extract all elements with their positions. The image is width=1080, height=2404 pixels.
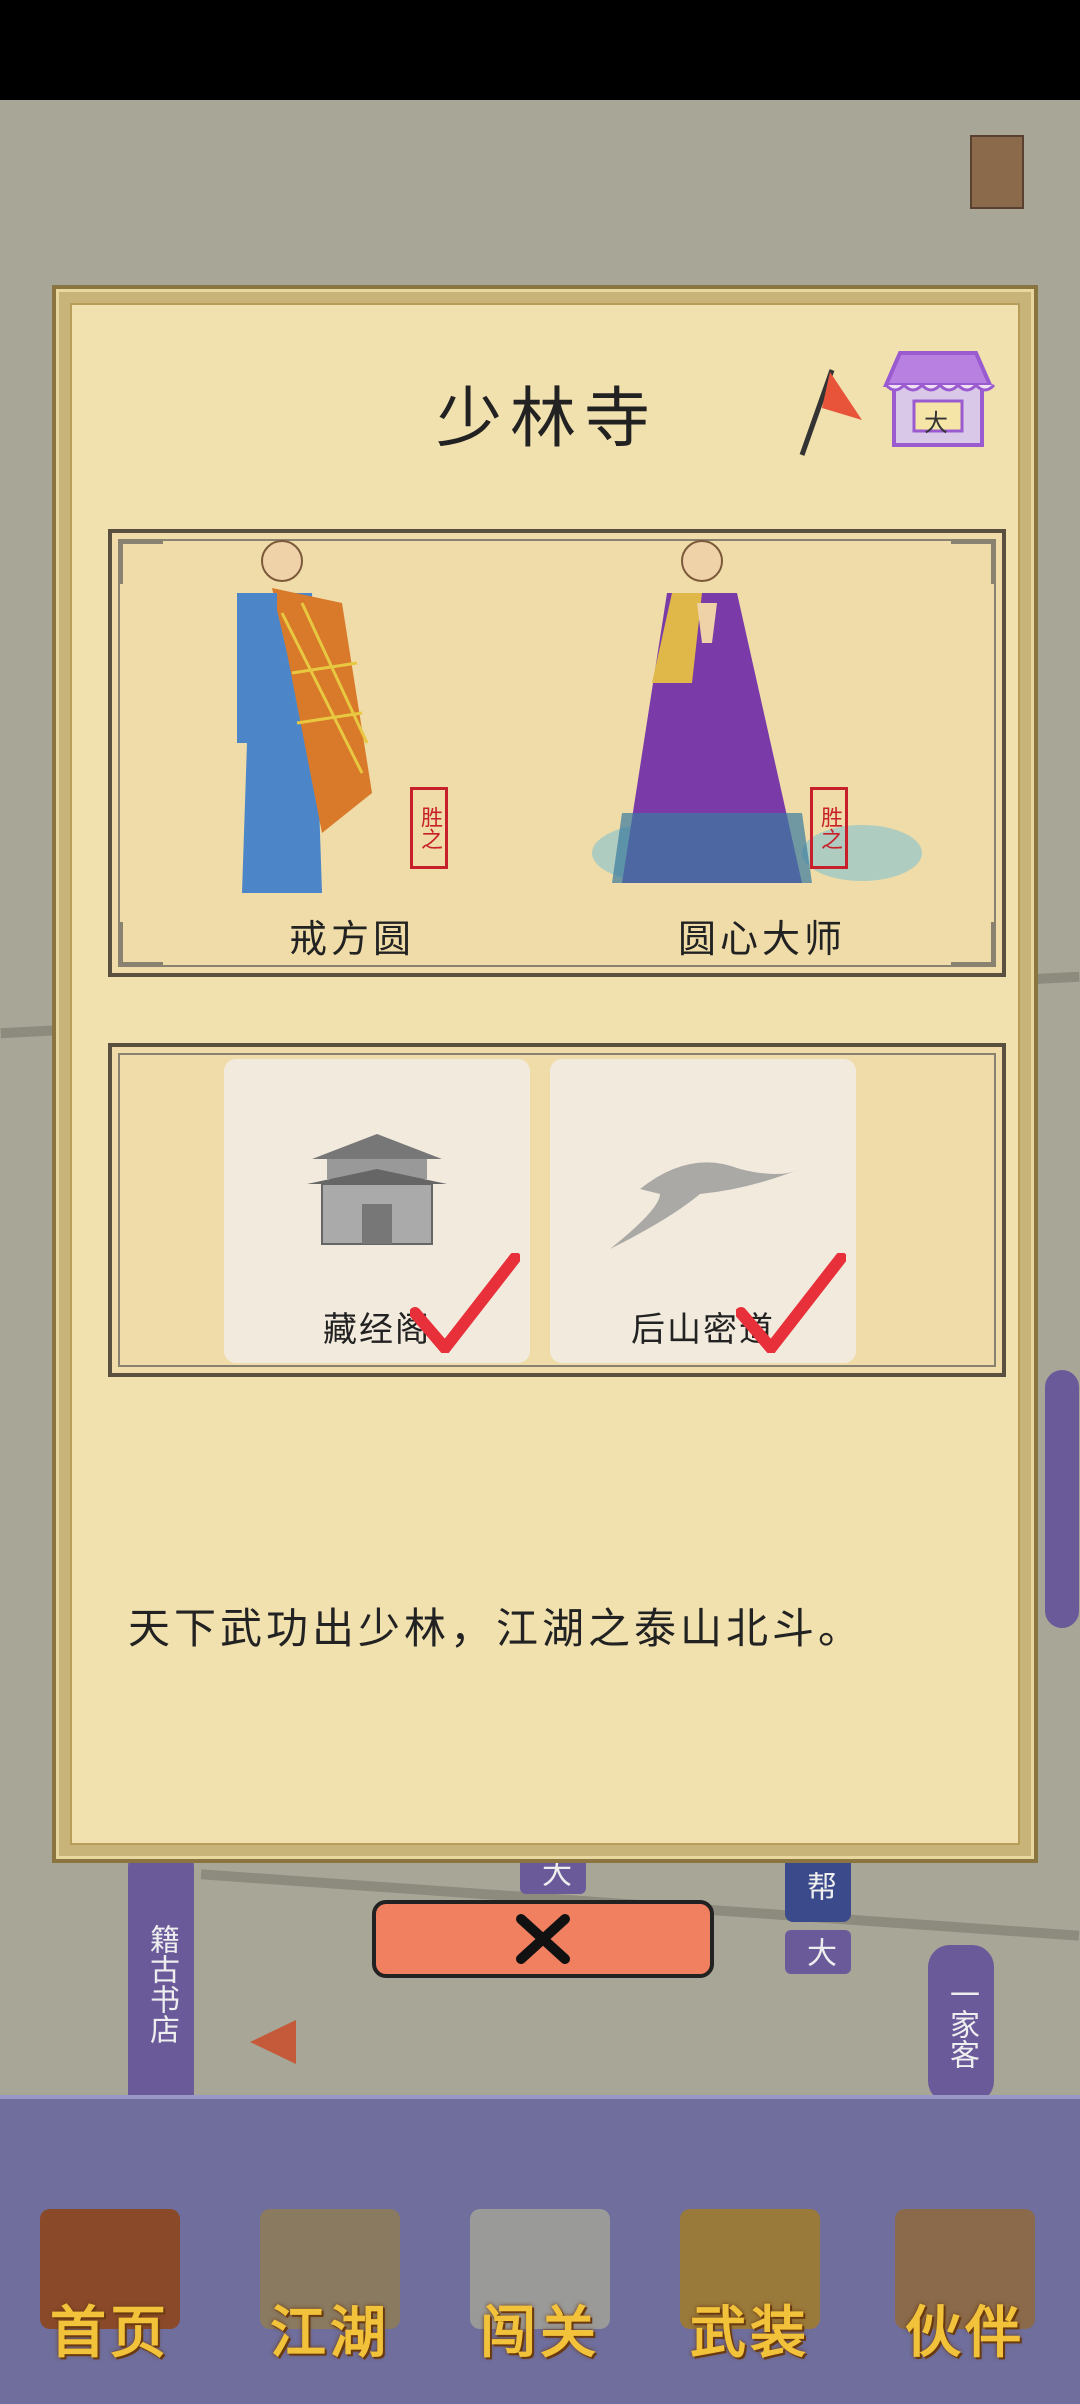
frame-corner bbox=[951, 922, 996, 967]
dialog-body: 少林寺 大 胜之 戒方圆 胜之 圆心大师 藏经阁 后山密道 天下武功出少林，江湖… bbox=[70, 303, 1020, 1845]
nav-jianghu[interactable]: 江湖 bbox=[235, 2189, 425, 2369]
nav-label: 伙伴 bbox=[905, 2300, 1025, 2366]
map-label-edge[interactable] bbox=[1045, 1370, 1079, 1628]
nav-label: 武装 bbox=[690, 2300, 810, 2366]
checkmark-icon bbox=[736, 1253, 846, 1353]
nav-home[interactable]: 首页 bbox=[15, 2189, 205, 2369]
master-monk-figure bbox=[592, 540, 922, 883]
map-flag-icon[interactable] bbox=[250, 2020, 296, 2064]
shop-icon[interactable]: 大 bbox=[880, 345, 996, 453]
map-book-icon[interactable] bbox=[970, 135, 1024, 209]
close-button[interactable] bbox=[372, 1900, 714, 1978]
frame-corner bbox=[951, 539, 996, 584]
map-label-big-2[interactable]: 大 bbox=[785, 1930, 851, 1974]
pavilion-icon bbox=[307, 1134, 447, 1245]
sect-description: 天下武功出少林，江湖之泰山北斗。 bbox=[128, 1604, 865, 1653]
nav-challenge[interactable]: 闯关 bbox=[445, 2189, 635, 2369]
checkmark-icon bbox=[410, 1253, 520, 1353]
shop-badge: 大 bbox=[924, 409, 948, 437]
close-icon bbox=[516, 1914, 570, 1964]
nav-label: 闯关 bbox=[480, 2300, 600, 2366]
npc-seal: 胜之 bbox=[810, 787, 848, 869]
nav-companions[interactable]: 伙伴 bbox=[870, 2189, 1060, 2369]
monk-figure bbox=[237, 540, 372, 893]
bottom-nav: 首页 江湖 闯关 武装 伙伴 bbox=[0, 2095, 1080, 2404]
sect-info-dialog: 少林寺 大 胜之 戒方圆 胜之 圆心大师 藏经阁 后山密道 天下武功出少林，江湖… bbox=[52, 285, 1038, 1863]
frame-corner bbox=[118, 922, 163, 967]
map-label-inn[interactable]: 一家客 bbox=[928, 1945, 994, 2103]
frame-corner bbox=[118, 539, 163, 584]
npc-panel: 胜之 戒方圆 胜之 圆心大师 bbox=[108, 529, 1006, 977]
location-panel: 藏经阁 后山密道 bbox=[108, 1043, 1006, 1377]
status-bar bbox=[0, 0, 1080, 100]
mountain-path-icon bbox=[610, 1162, 800, 1249]
location-card[interactable]: 藏经阁 bbox=[224, 1059, 530, 1363]
npc-card[interactable]: 胜之 戒方圆 bbox=[172, 533, 532, 973]
flag-icon[interactable] bbox=[782, 360, 872, 460]
npc-name: 圆心大师 bbox=[677, 917, 846, 961]
map-label-bookstore[interactable]: 籍古书店 bbox=[128, 1845, 194, 2123]
nav-label: 江湖 bbox=[270, 2300, 390, 2366]
nav-label: 首页 bbox=[50, 2300, 170, 2366]
npc-card[interactable]: 胜之 圆心大师 bbox=[582, 533, 942, 973]
npc-name: 戒方圆 bbox=[288, 917, 415, 961]
location-card[interactable]: 后山密道 bbox=[550, 1059, 856, 1363]
nav-equipment[interactable]: 武装 bbox=[655, 2189, 845, 2369]
npc-seal: 胜之 bbox=[410, 787, 448, 869]
